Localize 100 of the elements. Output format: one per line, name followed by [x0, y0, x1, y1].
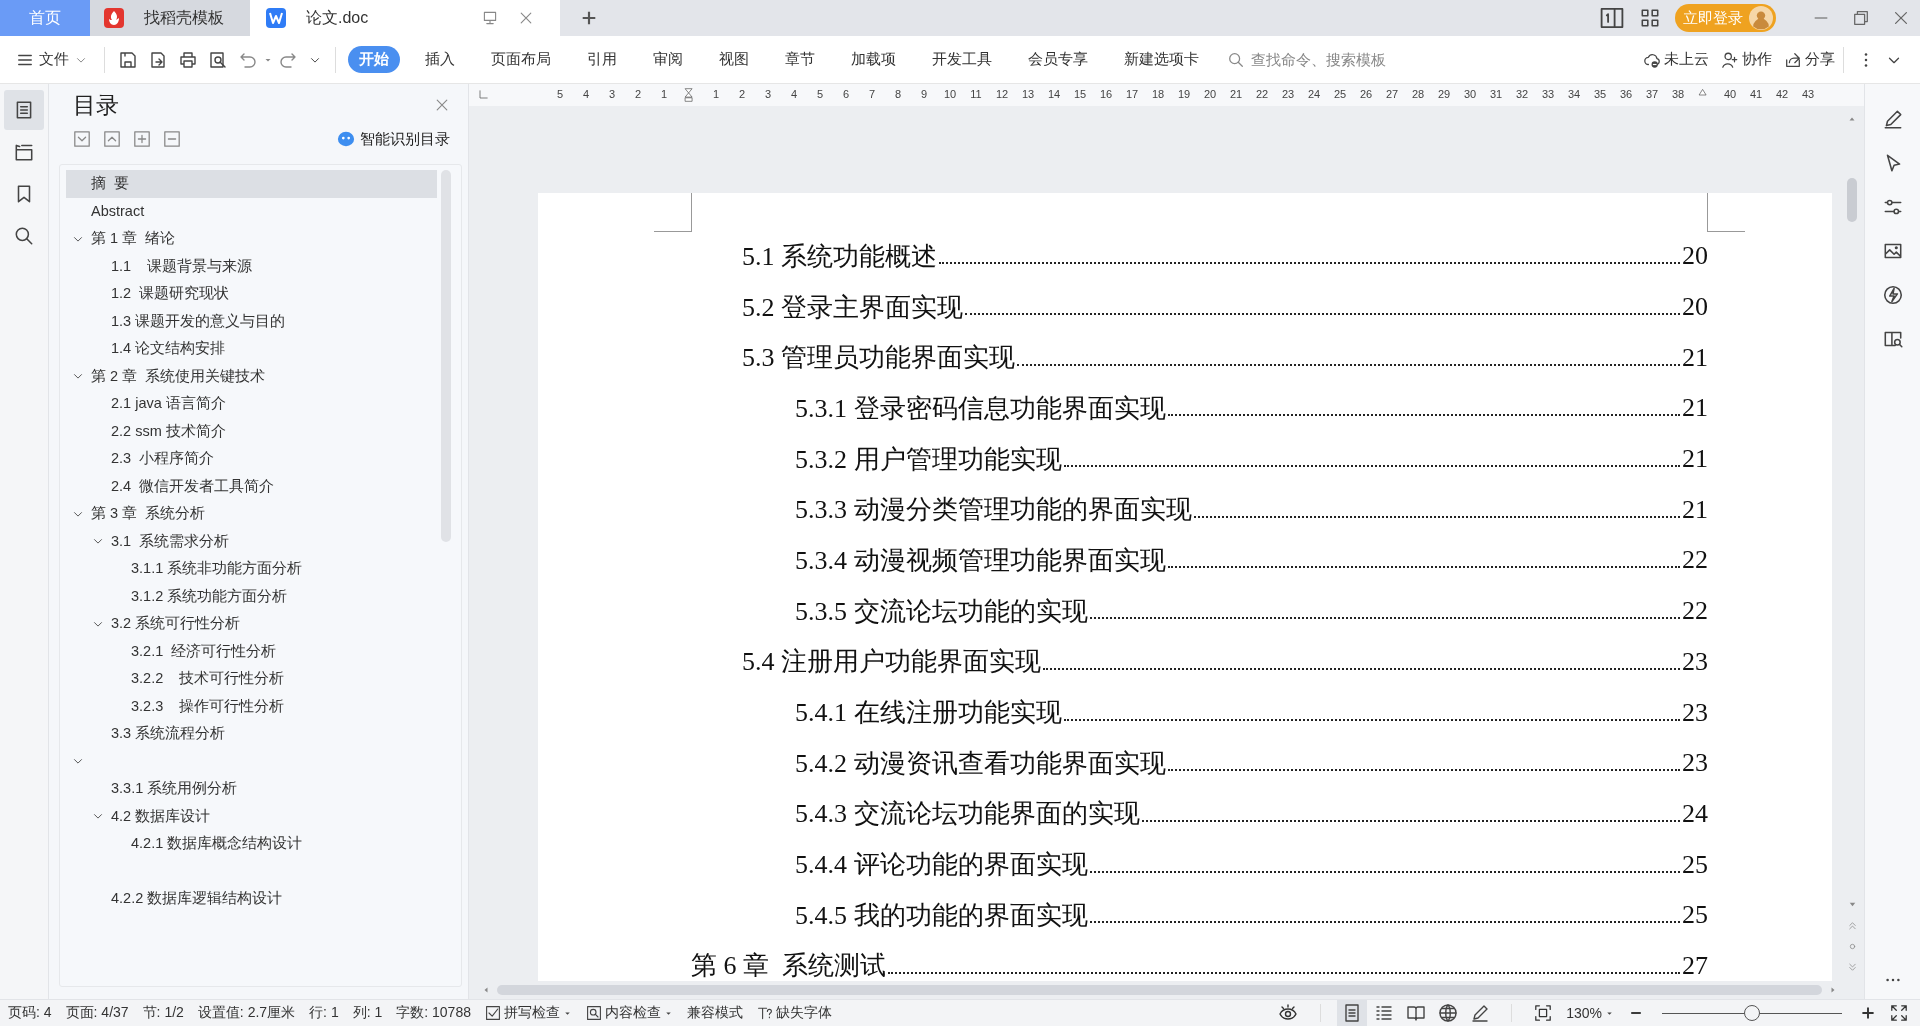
outline-item[interactable]: 4.2.2 数据库逻辑结构设计 — [66, 885, 437, 913]
restore-icon[interactable] — [1852, 9, 1870, 27]
missing-font-button[interactable]: 缺失字体 — [757, 1004, 832, 1022]
apps-grid-icon[interactable] — [1639, 7, 1661, 29]
scrollbar-thumb[interactable] — [1847, 178, 1857, 222]
spell-check-button[interactable]: 拼写检查 — [485, 1004, 572, 1022]
compat-mode-button[interactable]: 兼容模式 — [687, 1004, 743, 1022]
slider-thumb[interactable] — [1744, 1005, 1760, 1021]
ruler-number: 31 — [1488, 88, 1504, 102]
ruler-number: 7 — [867, 88, 877, 102]
ribbon-tab[interactable]: 章节 — [774, 46, 826, 73]
print-icon[interactable] — [178, 49, 198, 70]
zoom-dropdown[interactable]: 130% — [1566, 1005, 1614, 1021]
ribbon-tab[interactable]: 插入 — [414, 46, 466, 73]
outline-item[interactable]: 3.2.2 技术可行性分析 — [66, 665, 437, 693]
outline-item[interactable]: 1.3 课题开发的意义与目的 — [66, 307, 437, 335]
outline-item[interactable]: 3.1.1 系统非功能方面分析 — [66, 555, 437, 583]
page-number: 23 — [1682, 697, 1708, 728]
outline-item[interactable]: 3.1.2 系统功能方面分析 — [66, 582, 437, 610]
print-preview-icon[interactable] — [208, 49, 228, 70]
close-icon[interactable] — [518, 10, 534, 26]
outline-item[interactable]: 3.2.3 操作可行性分析 — [66, 692, 437, 720]
ribbon-tab[interactable]: 会员专享 — [1017, 46, 1099, 73]
outline-item[interactable]: 2.1 java 语言简介 — [66, 390, 437, 418]
toc-entry: 第 6 章 系统测试 — [691, 950, 886, 981]
status-text: 字数: 10788 — [396, 1004, 471, 1022]
remove-heading-icon[interactable] — [163, 130, 181, 148]
ribbon-tab[interactable]: 视图 — [708, 46, 760, 73]
outline-item[interactable]: 3.2.1 经济可行性分析 — [66, 637, 437, 665]
ruler-number: 17 — [1124, 88, 1140, 102]
search-icon — [13, 225, 35, 247]
ruler-number: 4 — [581, 88, 591, 102]
ruler-number: 27 — [1384, 88, 1400, 102]
ruler-number: 24 — [1306, 88, 1322, 102]
eye-icon[interactable] — [1278, 1003, 1299, 1023]
fit-page-icon[interactable] — [1534, 1004, 1553, 1022]
document-tab[interactable]: 找稻壳模板 — [90, 0, 250, 36]
zoom-in-icon[interactable] — [1860, 1005, 1876, 1021]
scrollbar-thumb[interactable] — [497, 985, 1822, 995]
export-icon[interactable] — [148, 49, 168, 70]
outline-item[interactable]: 4.2.1 数据库概念结构设计 — [66, 830, 437, 858]
cloud-status-button[interactable]: 未上云 — [1643, 50, 1709, 69]
share-button[interactable]: 分享 — [1784, 50, 1835, 69]
outline-item[interactable]: 3.2 系统可行性分析 — [66, 610, 437, 638]
ruler-number: 13 — [1020, 88, 1036, 102]
expand-icon[interactable] — [103, 130, 121, 148]
outline-item[interactable]: 1.4 论文结构安排 — [66, 335, 437, 363]
ruler-number: 30 — [1462, 88, 1478, 102]
smart-toc-button[interactable]: 智能识别目录 — [337, 129, 450, 149]
new-tab-icon[interactable] — [580, 9, 598, 27]
page-number: 23 — [1682, 748, 1708, 779]
fullscreen-icon[interactable] — [1890, 1004, 1908, 1022]
ruler-number: 20 — [1202, 88, 1218, 102]
ribbon-tab[interactable]: 开发工具 — [921, 46, 1003, 73]
ruler-number: 6 — [841, 88, 851, 102]
outline-item[interactable]: 3.3 系统流程分析 — [66, 720, 437, 748]
ruler-number: 14 — [1046, 88, 1062, 102]
close-icon[interactable] — [434, 97, 450, 113]
ruler-number: 23 — [1280, 88, 1296, 102]
outline-item[interactable]: 3.1 系统需求分析 — [66, 527, 437, 555]
content-check-button[interactable]: 内容检查 — [586, 1004, 673, 1022]
ribbon-tab[interactable]: 新建选项卡 — [1113, 46, 1210, 73]
outline-item[interactable]: 1.2 课题研究现状 — [66, 280, 437, 308]
outline-item[interactable]: 2.3 小程序简介 — [66, 445, 437, 473]
file-menu[interactable]: 文件 — [16, 50, 88, 69]
outline-item[interactable]: 3.3.1 系统用例分析 — [66, 775, 437, 803]
page-number: 22 — [1682, 596, 1708, 627]
status-text: 行: 1 — [309, 1004, 339, 1022]
outline-item[interactable]: 4.2 数据库设计 — [66, 802, 437, 830]
ribbon-tab[interactable]: 引用 — [576, 46, 628, 73]
ruler-number: 34 — [1566, 88, 1582, 102]
ribbon-tab[interactable]: 加载项 — [840, 46, 907, 73]
search-field[interactable]: 查找命令、搜索模板 — [1227, 50, 1427, 69]
outline-item[interactable]: 第 1 章 绪论 — [66, 225, 437, 253]
collaborate-button[interactable]: 协作 — [1721, 50, 1772, 69]
outline-item[interactable]: 摘 要 — [66, 170, 437, 198]
page-number: 27 — [1682, 950, 1708, 981]
outline-item[interactable]: 1.1 课题背景与来源 — [66, 252, 437, 280]
avatar-icon — [1749, 6, 1773, 30]
document-tab[interactable]: 论文.doc — [250, 0, 560, 36]
close-icon[interactable] — [1892, 9, 1910, 27]
ruler-number: 22 — [1254, 88, 1270, 102]
save-icon[interactable] — [118, 49, 138, 70]
view-switch-icon[interactable] — [1599, 5, 1625, 31]
sidebar-button[interactable] — [4, 90, 44, 130]
outline-item[interactable]: 第 2 章 系统使用关键技术 — [66, 362, 437, 390]
outline-item[interactable]: 2.2 ssm 技术简介 — [66, 417, 437, 445]
outline-item[interactable]: 2.4 微信开发者工具简介 — [66, 472, 437, 500]
lightning-icon[interactable] — [1881, 284, 1904, 306]
ribbon-tab[interactable]: 页面布局 — [480, 46, 562, 73]
toc-entry: 5.4.1 在线注册功能实现 — [795, 697, 1062, 730]
collapse-icon[interactable] — [73, 130, 91, 148]
ruler-number: 29 — [1436, 88, 1452, 102]
toc-entry: 5.4.3 交流论坛功能界面的实现 — [795, 798, 1140, 831]
add-heading-icon[interactable] — [133, 130, 151, 148]
view-mode-button[interactable] — [1337, 1000, 1368, 1026]
outline-item[interactable]: 第 3 章 系统分析 — [66, 500, 437, 528]
outline-item[interactable]: Abstract — [66, 197, 437, 225]
ribbon-tab[interactable]: 审阅 — [642, 46, 694, 73]
monitor-icon[interactable] — [482, 10, 498, 26]
